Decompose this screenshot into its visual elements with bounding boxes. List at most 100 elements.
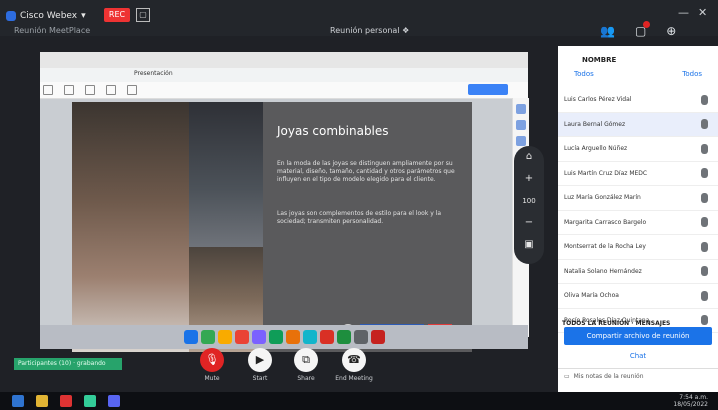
tool-icon[interactable] — [127, 85, 138, 95]
taskbar-app-icon[interactable] — [251, 330, 266, 344]
rail-icon[interactable] — [516, 104, 526, 114]
taskbar-app-icon[interactable] — [200, 330, 215, 344]
participant-row[interactable]: Luz María González Marín — [558, 186, 718, 211]
tool-icon[interactable] — [106, 85, 117, 95]
app-icon[interactable] — [84, 395, 96, 407]
mic-icon[interactable] — [701, 290, 708, 301]
explorer-icon[interactable] — [36, 395, 48, 407]
participant-row[interactable]: Luis Martín Cruz Díaz MEDC — [558, 162, 718, 186]
notes-icon: ▭ — [564, 373, 570, 380]
participant-row[interactable]: Natalia Solano Hernández — [558, 260, 718, 284]
participant-list: Luis Carlos Pérez Vidal Laura Bernal Góme… — [558, 88, 718, 333]
tool-icon[interactable] — [43, 85, 53, 95]
clock-date: 18/05/2022 — [673, 401, 708, 408]
rail-icon[interactable] — [516, 120, 526, 130]
video-button[interactable]: ▶ — [248, 348, 272, 372]
zoom-in-button[interactable]: + — [514, 168, 544, 190]
chat-link[interactable]: Chat — [564, 349, 712, 363]
share-label: Share — [297, 375, 315, 382]
participants-icon[interactable]: 👥 — [600, 24, 615, 38]
tool-icon[interactable] — [85, 85, 96, 95]
share-file-button[interactable]: Compartir archivo de reunión — [564, 327, 712, 345]
windows-taskbar: 7:54 a.m. 18/05/2022 — [0, 392, 718, 410]
zoom-controls: ⌂ + 100 − ▣ — [514, 146, 544, 264]
participant-row[interactable]: Oliva María Ochoa — [558, 284, 718, 309]
tab-left[interactable]: Todos — [574, 70, 594, 86]
taskbar-app-icon[interactable] — [183, 330, 198, 344]
mic-icon[interactable] — [701, 241, 708, 252]
meeting-title: Reunión personal ❖ — [330, 26, 410, 35]
video-label: Start — [252, 375, 268, 382]
taskbar-app-icon[interactable] — [234, 330, 249, 344]
slide-title: Joyas combinables — [277, 124, 389, 138]
top-right-toolbar: 👥 ▢ ⊕ — [600, 21, 676, 38]
browser-tab[interactable]: Presentación — [134, 70, 173, 77]
mute-button[interactable]: 🎙 — [200, 348, 224, 372]
mic-icon[interactable] — [701, 217, 708, 228]
participant-row[interactable]: Montserrat de la Rocha Ley — [558, 235, 718, 260]
participants-panel: NOMBRE Todos Todos Luis Carlos Pérez Vid… — [558, 46, 718, 396]
mic-icon[interactable] — [701, 266, 708, 277]
taskbar-app-icon[interactable] — [285, 330, 300, 344]
fullscreen-icon[interactable]: ▣ — [514, 234, 544, 256]
mic-icon[interactable] — [701, 94, 708, 105]
notification-dot — [643, 21, 651, 28]
status-pill[interactable]: Participantes (10) · grabando — [14, 358, 122, 370]
leave-button[interactable]: ☎ — [342, 348, 366, 372]
recording-badge[interactable]: REC — [104, 8, 130, 22]
minimize-icon[interactable]: — — [678, 6, 689, 19]
clock-time: 7:54 a.m. — [679, 394, 708, 401]
browser-tab-bar: Presentación — [40, 68, 528, 83]
layout-icon[interactable]: ▢ — [136, 8, 150, 22]
taskbar-app-icon[interactable] — [353, 330, 368, 344]
taskbar-app-icon[interactable] — [302, 330, 317, 344]
app-icon[interactable] — [108, 395, 120, 407]
participant-name: Luis Carlos Pérez Vidal — [564, 96, 632, 104]
system-clock[interactable]: 7:54 a.m. 18/05/2022 — [673, 394, 708, 408]
participant-row[interactable]: Margarita Carrasco Bargelo — [558, 211, 718, 235]
start-icon[interactable] — [12, 395, 24, 407]
document-toolbar — [40, 82, 528, 99]
taskbar-app-icon[interactable] — [319, 330, 334, 344]
panel-tabs: Todos Todos — [558, 70, 718, 86]
zoom-level: 100 — [522, 197, 536, 205]
meeting-top-bar: Cisco Webex ▾ REC ▢ Reunión MeetPlace Re… — [0, 0, 718, 38]
rail-icon[interactable] — [516, 136, 526, 146]
close-icon[interactable]: ✕ — [698, 6, 707, 19]
app-brand[interactable]: Cisco Webex ▾ — [6, 8, 86, 24]
taskbar-app-icon[interactable] — [268, 330, 283, 344]
share-content-button[interactable]: ⧉ — [294, 348, 318, 372]
mic-icon[interactable] — [701, 119, 708, 130]
participant-row[interactable]: Lucía Arguello Núñez — [558, 137, 718, 162]
app-icon[interactable] — [60, 395, 72, 407]
panel-title: NOMBRE — [582, 56, 617, 64]
tool-icon[interactable] — [64, 85, 75, 95]
chat-icon[interactable]: ▢ — [635, 21, 651, 38]
tab-right[interactable]: Todos — [682, 70, 702, 86]
share-button[interactable] — [468, 84, 508, 95]
presentation-slide: Joyas combinables En la moda de las joya… — [72, 102, 472, 352]
model-photo-top — [189, 102, 263, 247]
mic-icon[interactable] — [701, 315, 708, 326]
participant-name: Luz María González Marín — [564, 194, 641, 202]
notes-bar[interactable]: ▭ Mis notas de la reunión — [558, 368, 718, 384]
model-photo-large — [72, 102, 189, 352]
chevron-down-icon: ▾ — [81, 11, 86, 21]
more-icon[interactable]: ⊕ — [666, 24, 676, 38]
fit-icon[interactable]: ⌂ — [514, 146, 544, 168]
zoom-out-button[interactable]: − — [514, 212, 544, 234]
taskbar-app-icon[interactable] — [370, 330, 385, 344]
participant-name: Natalia Solano Hernández — [564, 267, 642, 275]
mic-icon[interactable] — [701, 192, 708, 203]
mic-icon[interactable] — [701, 168, 708, 179]
participant-name: Montserrat de la Rocha Ley — [564, 243, 646, 251]
participant-row[interactable]: Laura Bernal Gómez — [558, 112, 718, 137]
taskbar-app-icon[interactable] — [336, 330, 351, 344]
shared-taskbar — [40, 325, 528, 349]
leave-label: End Meeting — [335, 375, 373, 382]
taskbar-app-icon[interactable] — [217, 330, 232, 344]
participant-row[interactable]: Luis Carlos Pérez Vidal — [558, 88, 718, 113]
meeting-controls: 🎙 Mute ▶ Start ⧉ Share ☎ End Meeting — [190, 348, 390, 388]
mic-icon[interactable] — [701, 143, 708, 154]
slide-paragraph-2: Las joyas son complementos de estilo par… — [277, 210, 442, 225]
